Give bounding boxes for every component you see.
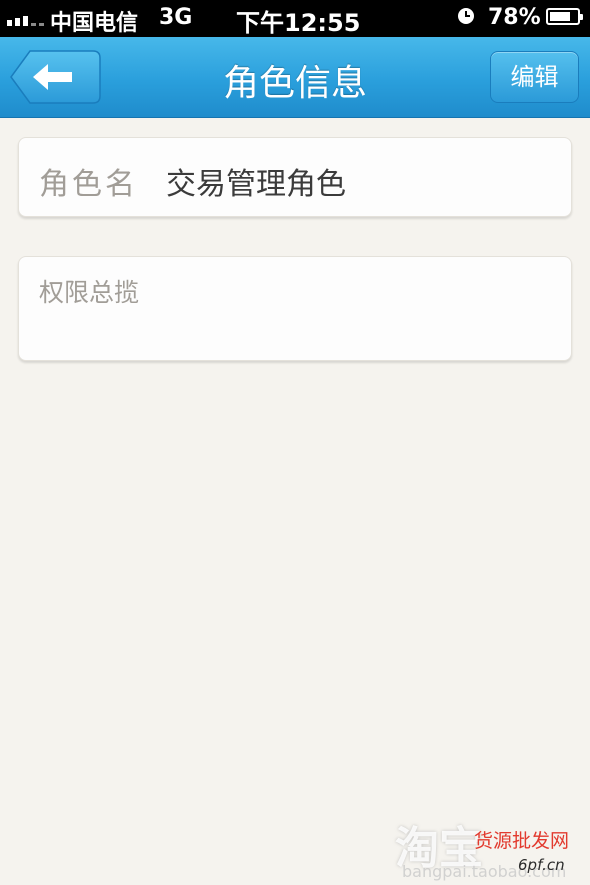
status-time: 下午12:55	[236, 9, 361, 37]
battery-percentage: 78%	[488, 5, 541, 30]
role-name-card: 角色名 交易管理角色	[18, 137, 572, 217]
network-type: 3G	[159, 5, 193, 30]
watermark-domain: 6pf.cn	[518, 856, 565, 874]
status-bar: 中国电信 3G 下午12:55 78%	[0, 0, 590, 37]
permissions-overview-card: 权限总揽	[18, 256, 572, 361]
role-name-value: 交易管理角色	[166, 167, 346, 202]
watermark-site-name: 货源批发网	[474, 830, 570, 852]
alarm-clock-icon	[458, 8, 474, 24]
signal-strength-icon	[7, 12, 44, 26]
permissions-overview-label: 权限总揽	[39, 278, 140, 307]
edit-button[interactable]: 编辑	[490, 51, 579, 103]
role-name-label: 角色名	[39, 167, 138, 202]
navigation-bar: 角色信息 编辑	[0, 37, 590, 118]
carrier-name: 中国电信	[50, 11, 139, 36]
battery-icon	[546, 8, 583, 25]
